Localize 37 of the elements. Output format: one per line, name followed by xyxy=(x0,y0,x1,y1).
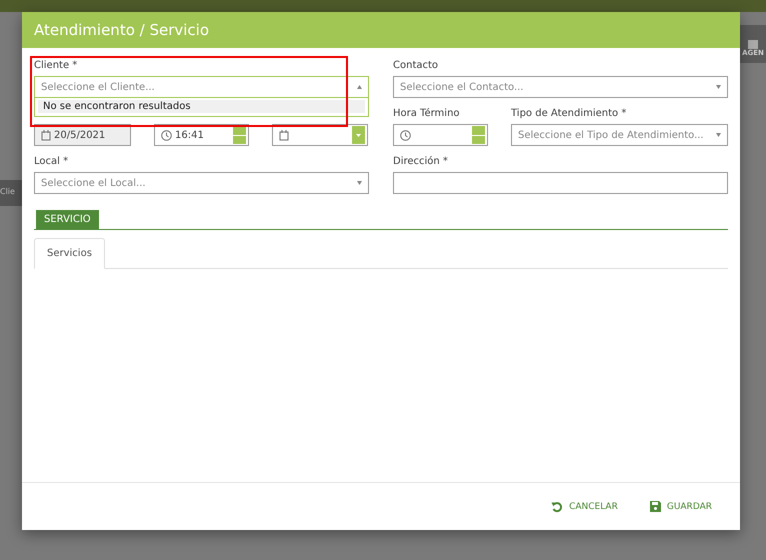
client-select[interactable]: Seleccione el Cliente... xyxy=(34,76,369,98)
calendar-icon xyxy=(41,130,51,140)
time-field[interactable]: 16:41 xyxy=(154,124,249,146)
section-tag: SERVICIO xyxy=(36,210,99,229)
caret-icon xyxy=(357,181,362,185)
field-label: Tipo de Atendimiento * xyxy=(511,107,628,121)
calendar-icon xyxy=(279,130,289,140)
caret-icon xyxy=(357,85,362,89)
dropdown-message: No se encontraron resultados xyxy=(38,100,365,113)
background-text: Clie xyxy=(0,187,15,196)
tab[interactable]: Servicios xyxy=(34,238,105,269)
time-value: 16:41 xyxy=(175,130,204,140)
local-select[interactable]: Seleccione el Local... xyxy=(34,172,369,194)
field-label: Local * xyxy=(34,155,70,169)
dialog-title: Atendimiento / Servicio xyxy=(34,21,210,39)
time-field[interactable] xyxy=(393,124,488,146)
caret-icon xyxy=(716,133,721,137)
type-select[interactable]: Seleccione el Tipo de Atendimiento... xyxy=(511,124,728,146)
time-spinner[interactable] xyxy=(233,126,246,144)
clock-icon xyxy=(161,130,172,140)
date-field[interactable] xyxy=(272,124,368,146)
undo-icon xyxy=(551,500,564,512)
clock-icon xyxy=(400,130,411,140)
save-icon xyxy=(650,501,661,512)
address-field[interactable] xyxy=(393,172,728,194)
cancel-button[interactable]: CANCELAR xyxy=(549,498,620,514)
field-label: Dirección * xyxy=(393,155,449,169)
time-spinner[interactable] xyxy=(472,126,485,144)
field-label: Hora Término xyxy=(393,107,461,121)
contact-select[interactable]: Seleccione el Contacto... xyxy=(393,76,728,98)
dropdown-button[interactable] xyxy=(352,126,365,144)
caret-icon xyxy=(716,85,721,89)
field-label: Contacto xyxy=(393,59,440,73)
date-value: 20/5/2021 xyxy=(54,130,106,140)
save-button[interactable]: GUARDAR xyxy=(648,499,714,514)
calendar-icon xyxy=(748,39,758,49)
field-label: Cliente * xyxy=(34,59,78,73)
